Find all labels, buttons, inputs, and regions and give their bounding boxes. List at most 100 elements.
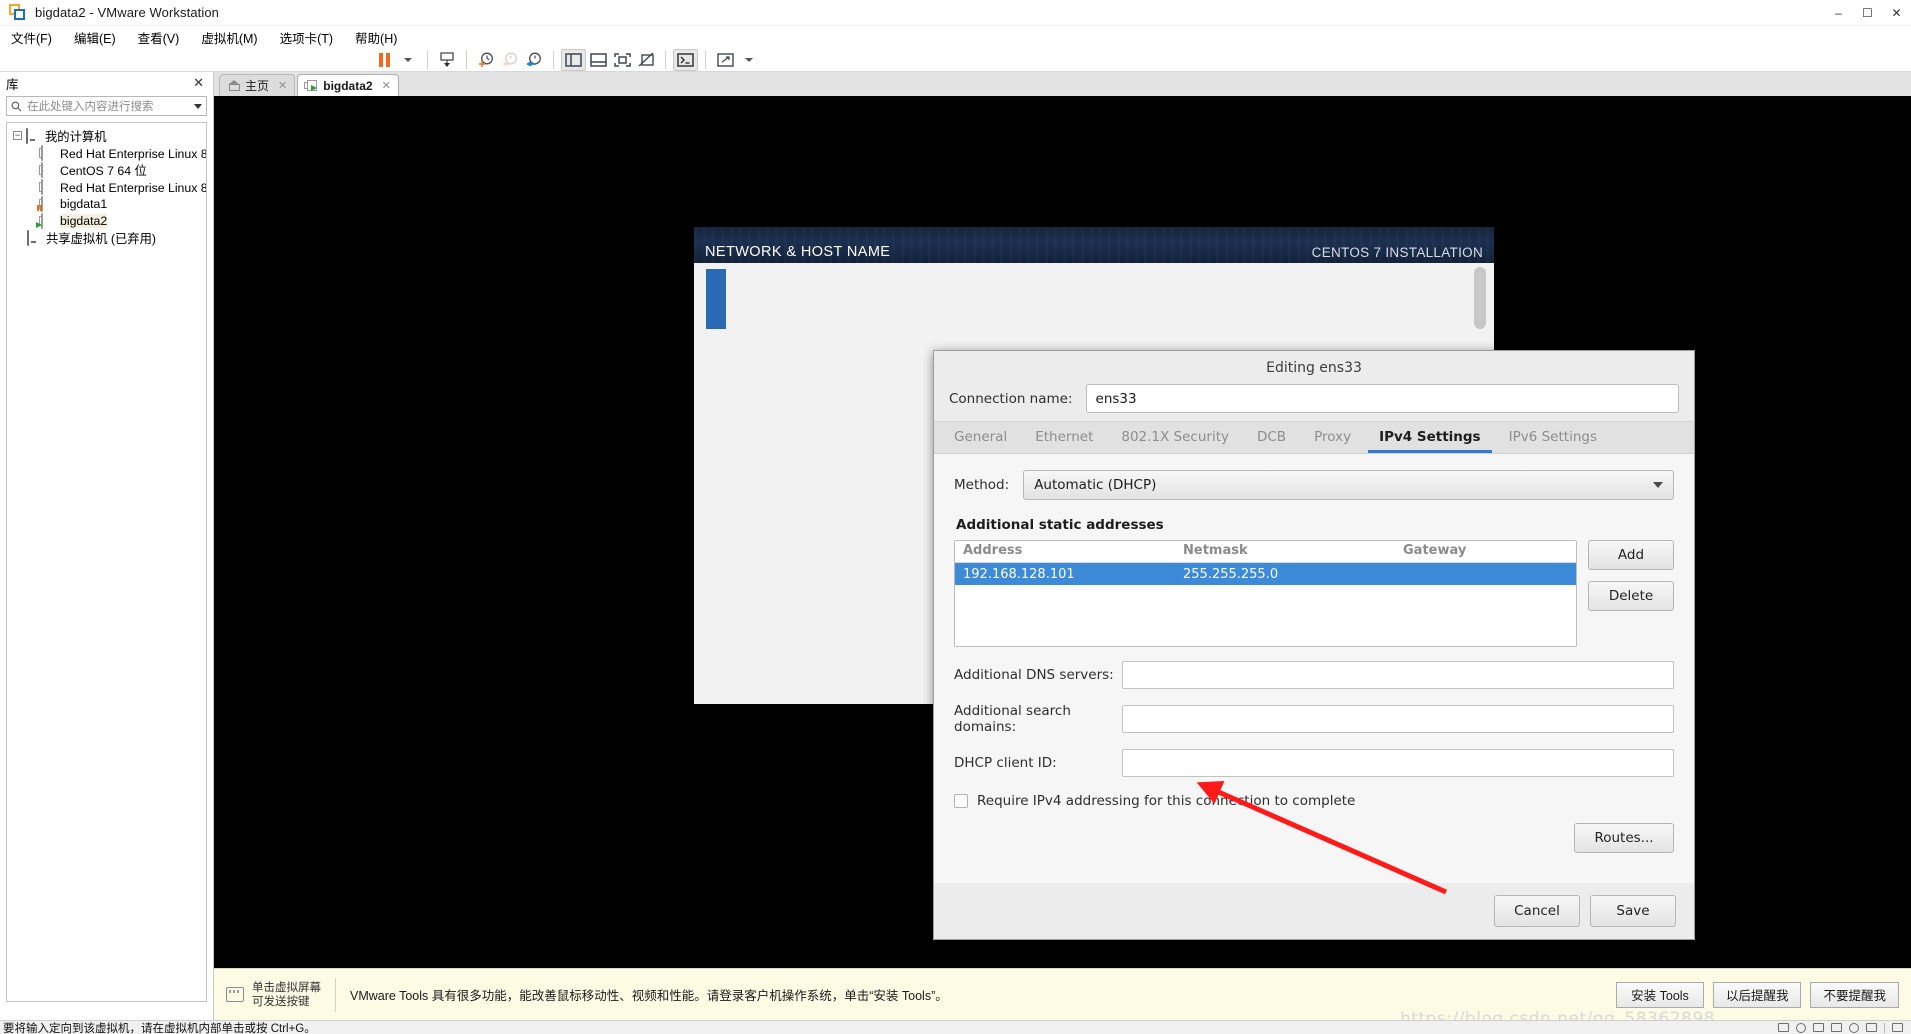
dhcp-client-id-row: DHCP client ID: (954, 749, 1674, 777)
tree-item-shared-vms[interactable]: 共享虚拟机 (已弃用) (9, 229, 204, 246)
additional-dns-servers-input[interactable] (1122, 661, 1674, 689)
console-button[interactable] (673, 49, 698, 71)
require-ipv4-row[interactable]: Require IPv4 addressing for this connect… (954, 793, 1674, 809)
network-adapter-icon[interactable] (1813, 1023, 1824, 1032)
tree-item-label: Red Hat Enterprise Linux 8 64 位 (60, 178, 207, 196)
menu-view[interactable]: 查看(V) (127, 26, 191, 49)
menu-file[interactable]: 文件(F) (0, 26, 63, 49)
remind-me-later-button[interactable]: 以后提醒我 (1713, 982, 1802, 1008)
minimize-button[interactable]: – (1824, 0, 1853, 26)
additional-search-domains-input[interactable] (1122, 705, 1674, 733)
tree-item-label: CentOS 7 64 位 (60, 161, 147, 179)
snapshot-manage-button[interactable] (435, 49, 459, 71)
cd-drive-icon[interactable] (1796, 1023, 1806, 1033)
close-button[interactable]: ✕ (1882, 0, 1911, 26)
menu-help[interactable]: 帮助(H) (344, 26, 408, 49)
add-address-button[interactable]: Add (1588, 540, 1674, 570)
tab-ipv4-settings[interactable]: IPv4 Settings (1365, 420, 1495, 453)
sound-card-icon[interactable] (1849, 1023, 1859, 1033)
dhcp-client-id-input[interactable] (1122, 749, 1674, 777)
display-icon[interactable] (1892, 1023, 1903, 1032)
printer-icon[interactable] (1866, 1023, 1877, 1032)
tab-proxy[interactable]: Proxy (1300, 420, 1365, 453)
tree-item-rhel8-a[interactable]: Red Hat Enterprise Linux 8 64 位 (9, 144, 204, 161)
vm-icon (41, 146, 55, 159)
maximize-button[interactable]: ☐ (1853, 0, 1882, 26)
cancel-button[interactable]: Cancel (1494, 895, 1580, 927)
vmware-logo-icon (9, 4, 26, 21)
terminal-icon (677, 53, 694, 67)
require-ipv4-checkbox[interactable] (954, 794, 968, 808)
tree-item-centos7[interactable]: CentOS 7 64 位 (9, 161, 204, 178)
status-bar-text: 要将输入定向到该虚拟机，请在虚拟机内部单击或按 Ctrl+G。 (0, 1020, 316, 1034)
library-tree[interactable]: − 我的计算机 Red Hat Enterprise Linux 8 64 位 … (6, 122, 207, 1002)
connection-name-input[interactable]: ens33 (1086, 384, 1679, 413)
usb-controller-icon[interactable] (1831, 1023, 1842, 1032)
menu-tabs[interactable]: 选项卡(T) (269, 26, 344, 49)
close-icon[interactable]: ✕ (382, 79, 391, 92)
tab-home[interactable]: 主页 ✕ (219, 74, 295, 96)
stretch-dropdown[interactable] (737, 49, 761, 71)
unity-mode-icon (638, 53, 655, 67)
method-row: Method: Automatic (DHCP) (954, 470, 1674, 500)
tab-ethernet[interactable]: Ethernet (1021, 420, 1107, 453)
table-row[interactable]: 192.168.128.101 255.255.255.0 (955, 563, 1576, 585)
snapshot-manager-button[interactable] (522, 49, 546, 71)
method-select[interactable]: Automatic (DHCP) (1023, 470, 1674, 500)
vm-suspended-icon (41, 197, 55, 210)
thumbnail-bar-icon (590, 53, 607, 67)
fullscreen-button[interactable] (610, 49, 634, 71)
tab-label: 主页 (245, 77, 269, 94)
take-snapshot-button[interactable] (474, 49, 498, 71)
toolbar-divider (665, 51, 666, 69)
never-remind-button[interactable]: 不要提醒我 (1810, 982, 1899, 1008)
show-thumbnail-bar-button[interactable] (586, 49, 610, 71)
pause-button[interactable] (372, 49, 396, 71)
fullscreen-icon (614, 53, 631, 67)
close-icon[interactable]: ✕ (278, 79, 287, 92)
input-hint-line2: 可发送按键 (252, 995, 321, 1009)
tree-item-my-computer[interactable]: − 我的计算机 (9, 127, 204, 144)
revert-snapshot-button[interactable] (498, 49, 522, 71)
vm-icon (41, 180, 55, 193)
toolbar-divider (553, 51, 554, 69)
monitor-icon (26, 129, 40, 142)
close-library-icon[interactable]: ✕ (190, 75, 207, 91)
install-tools-button[interactable]: 安装 Tools (1616, 982, 1704, 1008)
tree-item-rhel8-b[interactable]: Red Hat Enterprise Linux 8 64 位 (9, 178, 204, 195)
delete-address-button[interactable]: Delete (1588, 581, 1674, 611)
tab-dcb[interactable]: DCB (1243, 420, 1300, 453)
power-dropdown[interactable] (396, 49, 420, 71)
menu-vm[interactable]: 虚拟机(M) (190, 26, 268, 49)
menu-edit[interactable]: 编辑(E) (63, 26, 127, 49)
show-library-button[interactable] (561, 49, 586, 71)
routes-button[interactable]: Routes... (1574, 823, 1674, 853)
status-bar: 要将输入定向到该虚拟机，请在虚拟机内部单击或按 Ctrl+G。 (0, 1020, 1911, 1034)
tab-bigdata2[interactable]: bigdata2 ✕ (297, 74, 399, 96)
search-input[interactable]: 在此处键入内容进行搜索 (6, 96, 207, 116)
tab-8021x-security[interactable]: 802.1X Security (1107, 420, 1243, 453)
tree-item-bigdata2[interactable]: bigdata2 (9, 212, 204, 229)
vm-console-screen[interactable]: NETWORK & HOST NAME CENTOS 7 INSTALLATIO… (214, 96, 1911, 968)
tree-item-label: bigdata2 (60, 214, 107, 228)
tab-ipv6-settings[interactable]: IPv6 Settings (1495, 420, 1611, 453)
tab-label: bigdata2 (323, 79, 372, 93)
pause-icon (379, 53, 390, 67)
library-title: 库 (6, 74, 19, 93)
installer-scrollbar[interactable] (1474, 267, 1486, 329)
static-addresses-table[interactable]: Address Netmask Gateway 192.168.128.101 … (954, 540, 1577, 647)
collapse-expander-icon[interactable]: − (13, 131, 22, 140)
save-button[interactable]: Save (1590, 895, 1676, 927)
installer-screen-subtitle: CENTOS 7 INSTALLATION (1312, 245, 1483, 260)
hard-disk-icon[interactable] (1778, 1023, 1789, 1032)
tab-general[interactable]: General (940, 420, 1021, 453)
editing-connection-dialog: Editing ens33 Connection name: ens33 Gen… (933, 350, 1695, 940)
method-label: Method: (954, 477, 1009, 493)
additional-search-domains-label: Additional search domains: (954, 703, 1116, 735)
stretch-button[interactable] (713, 49, 737, 71)
tree-item-bigdata1[interactable]: bigdata1 (9, 195, 204, 212)
toolbar-divider (427, 51, 428, 69)
unity-mode-button[interactable] (634, 49, 658, 71)
chevron-down-icon[interactable] (194, 104, 202, 109)
tree-item-label: 共享虚拟机 (已弃用) (46, 229, 156, 247)
